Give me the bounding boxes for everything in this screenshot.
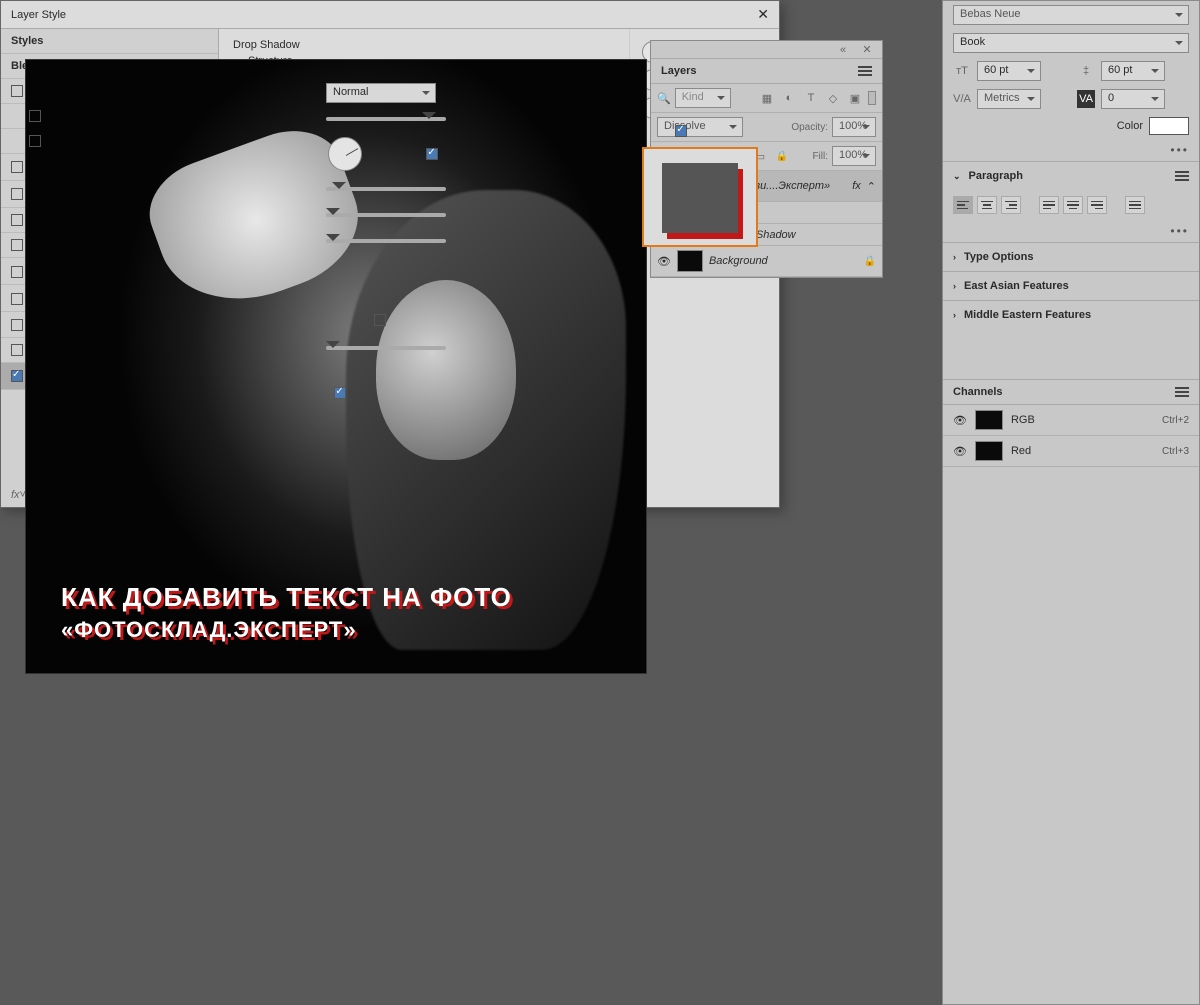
preview-layer — [662, 163, 738, 233]
layers-panel-title: Layers — [661, 65, 696, 77]
blend-mode-dropdown[interactable]: Normal — [326, 83, 436, 103]
preview-checkbox[interactable] — [675, 125, 687, 137]
knocks-out-checkbox[interactable] — [334, 387, 346, 399]
checkbox[interactable] — [11, 266, 23, 278]
panel-menu-icon[interactable] — [1175, 171, 1189, 181]
justify-all-button[interactable] — [1125, 196, 1145, 214]
checkbox[interactable] — [11, 214, 23, 226]
noise-slider[interactable] — [326, 346, 446, 350]
visibility-icon[interactable] — [657, 255, 671, 268]
layer-name: Background — [709, 255, 858, 267]
size-slider[interactable] — [326, 239, 446, 243]
checkbox[interactable] — [11, 85, 23, 97]
justify-center-button[interactable] — [1063, 196, 1083, 214]
spread-slider[interactable] — [326, 213, 446, 217]
filter-adjust-icon[interactable]: ◐ — [780, 89, 798, 107]
canvas-text-line2: «ФОТОСКЛАД.ЭКСПЕРТ» — [61, 617, 512, 643]
blend-mode-dropdown[interactable]: Dissolve — [657, 117, 743, 137]
panel-menu-icon[interactable] — [1175, 387, 1189, 397]
lock-icon — [864, 255, 876, 267]
fill-value[interactable]: 100% — [832, 146, 876, 166]
fill-label: Fill: — [812, 151, 828, 162]
checkbox[interactable] — [11, 319, 23, 331]
checkbox[interactable] — [11, 370, 23, 382]
fx-badge[interactable]: fx — [852, 180, 861, 192]
justify-right-button[interactable] — [1087, 196, 1107, 214]
east-asian-section[interactable]: ›East Asian Features — [943, 271, 1199, 300]
section-title: Drop Shadow — [233, 39, 615, 51]
channel-thumb — [975, 441, 1003, 461]
opacity-slider[interactable] — [326, 117, 446, 121]
checkbox[interactable] — [11, 293, 23, 305]
layer-background[interactable]: Background — [651, 246, 882, 277]
fx-chevron-icon[interactable]: ⌃ — [867, 180, 876, 193]
filter-shape-icon[interactable]: ◇ — [824, 89, 842, 107]
middle-eastern-section[interactable]: ›Middle Eastern Features — [943, 300, 1199, 329]
checkbox[interactable] — [11, 161, 23, 173]
tracking-icon: VA — [1077, 90, 1095, 108]
filter-kind-dropdown[interactable]: Kind — [675, 88, 731, 108]
more-icon[interactable] — [1170, 143, 1189, 157]
filter-type-icon[interactable]: T — [802, 89, 820, 107]
dialog-title: Layer Style — [11, 9, 66, 21]
checkbox[interactable] — [29, 110, 41, 122]
canvas-text-line1: КАК ДОБАВИТЬ ТЕКСТ НА ФОТО — [61, 582, 512, 613]
align-center-button[interactable] — [977, 196, 997, 214]
justify-left-button[interactable] — [1039, 196, 1059, 214]
fx-menu-icon[interactable]: fx˅ — [11, 489, 26, 501]
kerning-input[interactable]: Metrics — [977, 89, 1041, 109]
checkbox[interactable] — [11, 239, 23, 251]
filter-smart-icon[interactable]: ▣ — [846, 89, 864, 107]
global-light-checkbox[interactable] — [426, 148, 438, 160]
filter-toggle[interactable] — [868, 91, 876, 105]
paragraph-section[interactable]: ⌄Paragraph — [943, 161, 1199, 190]
visibility-icon[interactable] — [953, 414, 967, 427]
layer-thumb-bg — [677, 250, 703, 272]
align-left-button[interactable] — [953, 196, 973, 214]
checkbox[interactable] — [11, 188, 23, 200]
filter-pixel-icon[interactable]: ▦ — [758, 89, 776, 107]
opacity-label: Opacity: — [791, 122, 828, 133]
angle-dial[interactable] — [328, 137, 362, 171]
channel-red[interactable]: Red Ctrl+3 — [943, 436, 1199, 467]
photo-face — [376, 280, 516, 460]
text-color-swatch[interactable] — [1149, 117, 1189, 135]
channel-rgb[interactable]: RGB Ctrl+2 — [943, 405, 1199, 436]
font-style-dropdown[interactable]: Book — [953, 33, 1189, 53]
font-family-dropdown[interactable]: Bebas Neue — [953, 5, 1189, 25]
close-icon[interactable]: ✕ — [757, 6, 769, 23]
align-right-button[interactable] — [1001, 196, 1021, 214]
visibility-icon[interactable] — [953, 445, 967, 458]
character-panel[interactable]: Bebas Neue Book тT 60 pt ‡ 60 pt V/A Met… — [942, 0, 1200, 1005]
opacity-value[interactable]: 100% — [832, 117, 876, 137]
styles-header[interactable]: Styles — [1, 29, 218, 54]
color-label: Color — [1117, 120, 1143, 132]
lock-all-icon[interactable] — [773, 147, 791, 165]
collapse-icon[interactable]: « — [834, 41, 852, 59]
checkbox[interactable] — [11, 344, 23, 356]
leading-input[interactable]: 60 pt — [1101, 61, 1165, 81]
preview-swatch — [642, 147, 758, 247]
leading-icon: ‡ — [1077, 62, 1095, 80]
kerning-icon: V/A — [953, 90, 971, 108]
font-size-input[interactable]: 60 pt — [977, 61, 1041, 81]
tracking-input[interactable]: 0 — [1101, 89, 1165, 109]
channel-thumb — [975, 410, 1003, 430]
panel-menu-icon[interactable] — [858, 66, 872, 76]
type-options-section[interactable]: ›Type Options — [943, 242, 1199, 271]
channels-title: Channels — [953, 386, 1003, 398]
antialiased-checkbox[interactable] — [374, 314, 386, 326]
canvas-text-layer[interactable]: КАК ДОБАВИТЬ ТЕКСТ НА ФОТО «ФОТОСКЛАД.ЭК… — [61, 582, 512, 643]
more-icon[interactable] — [1170, 224, 1189, 238]
close-icon[interactable]: ✕ — [858, 41, 876, 59]
checkbox[interactable] — [29, 135, 41, 147]
font-size-icon: тT — [953, 62, 971, 80]
distance-slider[interactable] — [326, 187, 446, 191]
